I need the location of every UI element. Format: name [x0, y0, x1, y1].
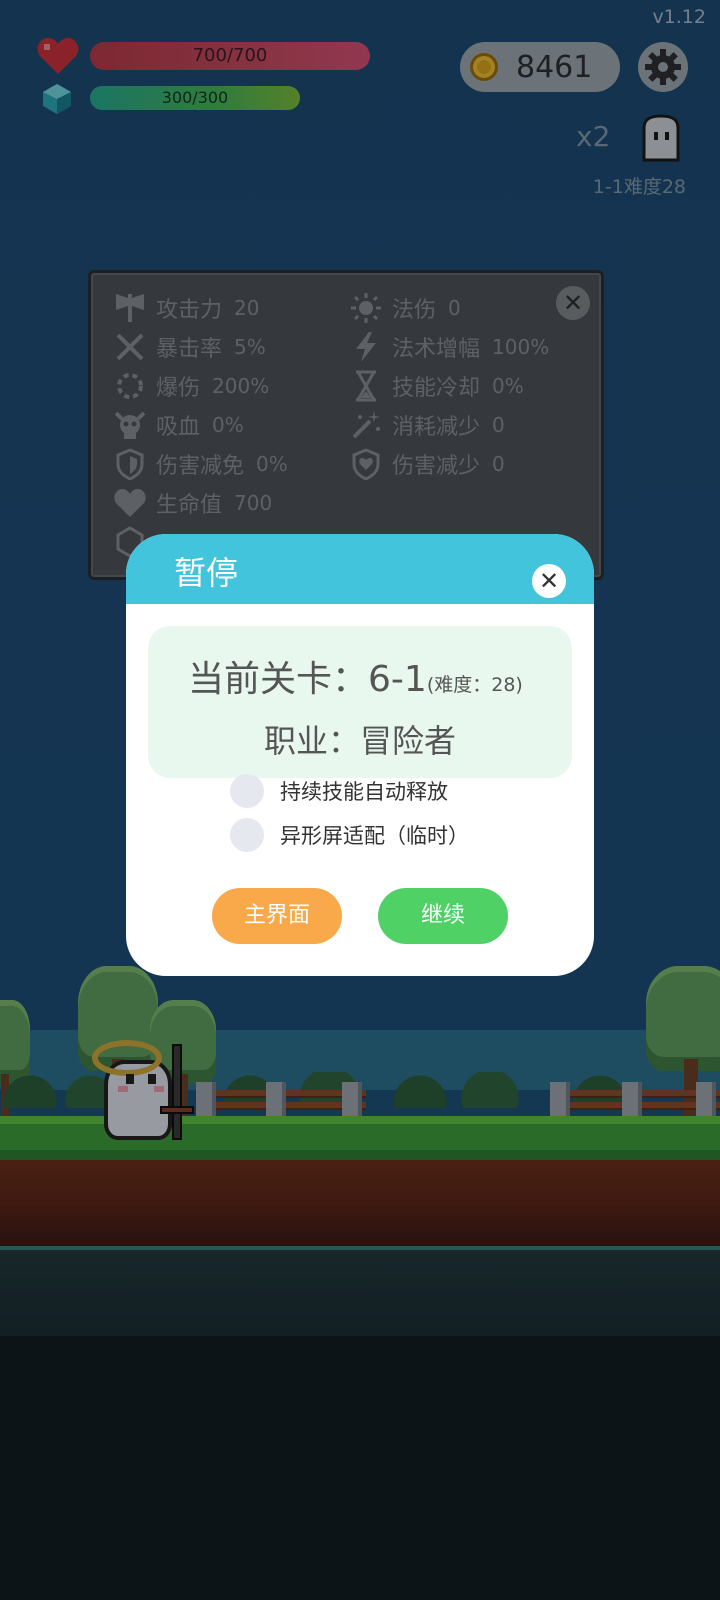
- notch-adapt-radio[interactable]: [230, 818, 264, 852]
- option-label: 异形屏适配（临时）: [280, 824, 469, 848]
- job-line: 职业：冒险者: [263, 722, 456, 760]
- auto-skill-radio[interactable]: [230, 774, 264, 808]
- dialog-close-button[interactable]: ✕: [532, 564, 566, 598]
- main-menu-button[interactable]: 主界面: [212, 888, 342, 944]
- option-label: 持续技能自动释放: [280, 780, 448, 804]
- stage-prefix: 当前关卡：: [188, 659, 369, 700]
- option-notch-adapt[interactable]: 异形屏适配（临时）: [230, 818, 469, 852]
- continue-button[interactable]: 继续: [378, 888, 508, 944]
- option-auto-skill[interactable]: 持续技能自动释放: [230, 774, 448, 808]
- stage-difficulty: (难度：28): [426, 674, 523, 696]
- stage-info-box: 当前关卡：6-1(难度：28) 职业：冒险者: [148, 626, 572, 778]
- dialog-title: 暂停: [174, 554, 239, 592]
- dialog-header: 暂停 ✕: [126, 534, 594, 604]
- pause-dialog: 暂停 ✕ 当前关卡：6-1(难度：28) 职业：冒险者 持续技能自动释放 异形屏…: [126, 534, 594, 976]
- stage-value: 6-1: [368, 659, 427, 700]
- stage-line: 当前关卡：6-1(难度：28): [188, 650, 523, 702]
